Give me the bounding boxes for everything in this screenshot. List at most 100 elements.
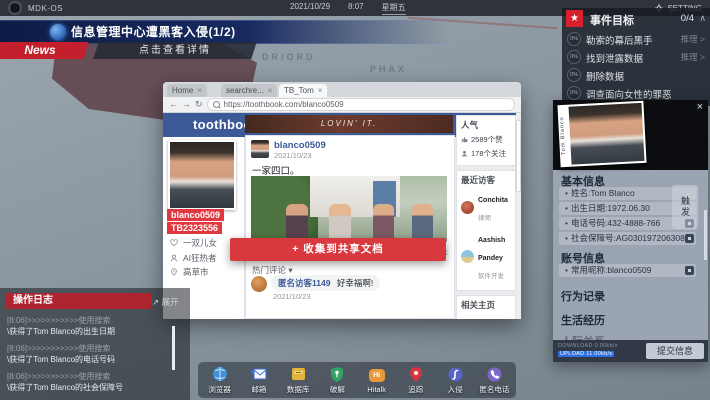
objectives-panel: ★ 事件目标 0/4 ∧ 0% 勒索的幕后黑手 推理 > 0% 找到泄露数据 推…: [562, 8, 710, 106]
operation-log-title: 操作日志: [6, 293, 151, 309]
dossier-scrollbar[interactable]: [704, 210, 707, 260]
comment-author[interactable]: 匿名访客1149: [278, 278, 330, 288]
person-icon: [170, 254, 178, 262]
behavior-title[interactable]: 行为记录: [561, 288, 605, 304]
comment-bubble: 匿名访客1149 好幸福啊!: [271, 275, 380, 291]
log-scrollbar[interactable]: [172, 326, 175, 370]
os-name: MDK-OS: [28, 4, 63, 13]
submit-info-button[interactable]: 提交信息: [646, 343, 704, 359]
news-headline: 信息管理中心遭黑客入侵(1/2): [71, 21, 236, 43]
objective-percent: 0%: [567, 50, 581, 64]
photo-figure: [286, 204, 308, 242]
operation-log-entries: [8:06]>>>>>>>>>>>使用搜索 \获得了Tom Blanco的出生日…: [7, 315, 168, 399]
profile-avatar[interactable]: [168, 140, 236, 210]
close-icon[interactable]: ×: [197, 86, 202, 95]
deduce-link[interactable]: 推理 >: [681, 33, 705, 45]
life-title[interactable]: 生活经历: [561, 312, 605, 328]
map-label-driord: DRIORD: [262, 52, 316, 62]
dock-app-mail[interactable]: 邮箱: [240, 366, 277, 395]
globe-icon: [50, 24, 66, 40]
dock-app-database[interactable]: 数据库: [280, 366, 317, 395]
follows-total: 178个关注: [471, 148, 506, 159]
back-button[interactable]: ←: [169, 98, 178, 111]
visitor-row[interactable]: Conchita律师: [461, 189, 511, 225]
related-title: 相关主页: [461, 299, 511, 311]
post-date: 2021/10/23: [274, 151, 312, 160]
hitalk-icon: Hi: [369, 369, 385, 382]
tab-search[interactable]: searchre...×: [221, 84, 277, 97]
heart-icon: [170, 239, 178, 247]
objective-item[interactable]: 0% 勒索的幕后黑手 推理 >: [562, 29, 710, 47]
tab-home[interactable]: Home×: [167, 84, 207, 97]
profile-rail: 人气 2589个赞 178个关注 最近访客 Conchita律师 Aashish…: [456, 115, 516, 319]
browser-scrollbar[interactable]: [516, 113, 521, 319]
post-family-photo[interactable]: [251, 176, 447, 242]
objective-item[interactable]: 0% 删除数据: [562, 65, 710, 83]
expand-button[interactable]: ↗ 展开: [152, 296, 178, 308]
dossier-photo[interactable]: Tom Blanco: [557, 101, 646, 167]
profile-trait-hobby: AI狂热者: [170, 252, 217, 264]
map-label-phax: PHAX: [370, 64, 407, 74]
log-entry-body: \获得了Tom Blanco的出生日期: [7, 326, 168, 337]
field-ssn: •社会保障号:AG03019720630848: [559, 232, 696, 245]
url-text: https://toothbook.com/blanco0509: [224, 100, 344, 109]
profile-id-highlight[interactable]: TB2323556: [167, 222, 222, 234]
search-icon: [213, 101, 220, 108]
collect-icon[interactable]: [685, 234, 694, 243]
visitor-row[interactable]: Aashish Pandey软件开发: [461, 229, 511, 283]
dock-app-track[interactable]: 追踪: [397, 366, 434, 395]
collect-to-shared-doc-button[interactable]: + 收集到共享文档: [230, 238, 446, 261]
browser-urlbar: ← → ↻ https://toothbook.com/blanco0509: [163, 97, 521, 113]
dock-app-hitalk[interactable]: Hi Hitalk: [358, 367, 395, 394]
close-icon[interactable]: ×: [697, 101, 703, 113]
browser-tabstrip: Home× searchre...× TB_Tom×: [163, 82, 521, 97]
visitors-title: 最近访客: [461, 174, 511, 186]
objective-item[interactable]: 0% 找到泄露数据 推理 >: [562, 47, 710, 65]
dock-app-browser[interactable]: 浏览器: [201, 366, 238, 395]
trigger-hint[interactable]: 触发: [672, 185, 698, 229]
deduce-link[interactable]: 推理 >: [681, 51, 705, 63]
tab-tbtom[interactable]: TB_Tom×: [279, 84, 327, 97]
mail-icon: [250, 368, 267, 381]
news-detail-button[interactable]: 点击查看详情: [93, 42, 257, 59]
address-field[interactable]: https://toothbook.com/blanco0509: [207, 98, 515, 111]
objective-percent: 0%: [567, 32, 581, 46]
comment-date: 2021/10/23: [273, 292, 311, 301]
related-row[interactable]: Leo Bale健身教练: [461, 314, 511, 319]
objective-percent: 0%: [567, 86, 581, 100]
photo-figure: [329, 204, 351, 242]
os-logo-icon: [8, 1, 22, 15]
app-dock: 浏览器 邮箱 数据库 破解 Hi Hitalk 追踪 入侵 匿名电话: [198, 362, 516, 398]
browser-globe-icon: [212, 366, 228, 382]
profile-username-highlight[interactable]: blanco0509: [167, 209, 224, 221]
post-author-name[interactable]: blanco0509: [274, 140, 326, 151]
related-pages-card: 相关主页 Leo Bale健身教练 Aminu Yunusa教师: [456, 295, 516, 319]
forward-button[interactable]: →: [182, 98, 191, 111]
avatar: [461, 250, 474, 263]
post-card: blanco0509 2021/10/23 一家四口。 15 ♥ 20: [245, 135, 455, 319]
dossier-footer: DOWNLOAD 0.00kb/s UPLOAD 11.00kb/s 提交信息: [553, 340, 708, 362]
post-author-avatar[interactable]: [251, 140, 269, 158]
intrusion-icon: [448, 367, 463, 382]
topbar-weekday: 星期五: [382, 2, 406, 15]
objective-item[interactable]: 0% 调查面向女性的罪恶: [562, 83, 710, 101]
comment-avatar[interactable]: [251, 276, 267, 292]
phone-icon: [487, 367, 502, 382]
dock-app-anoncall[interactable]: 匿名电话: [476, 366, 513, 395]
scrollbar-thumb[interactable]: [517, 121, 520, 191]
map-pin-icon: [410, 367, 422, 382]
collapse-icon[interactable]: ∧: [699, 13, 706, 24]
collect-icon[interactable]: [685, 266, 694, 275]
dock-app-intrude[interactable]: 入侵: [437, 366, 474, 395]
game-desktop: DRIORD PHAX MDK-OS 2021/10/29 8:07 星期五 S…: [0, 0, 710, 400]
operation-log-panel: 操作日志 ↗ 展开 [8:06]>>>>>>>>>>>使用搜索 \获得了Tom …: [0, 288, 190, 400]
avatar: [461, 201, 474, 214]
reload-button[interactable]: ↻: [195, 98, 203, 111]
dossier-panel: Tom Blanco × 基本信息 •姓名:Tom Blanco •出生日期:1…: [553, 100, 708, 362]
dock-app-crack[interactable]: 破解: [319, 366, 356, 395]
close-icon[interactable]: ×: [318, 86, 323, 95]
close-icon[interactable]: ×: [268, 86, 273, 95]
log-entry-head: [8:06]>>>>>>>>>>>使用搜索: [7, 343, 168, 354]
log-entry-body: \获得了Tom Blanco的社会保障号: [7, 382, 168, 393]
photo-figure: [373, 204, 395, 242]
